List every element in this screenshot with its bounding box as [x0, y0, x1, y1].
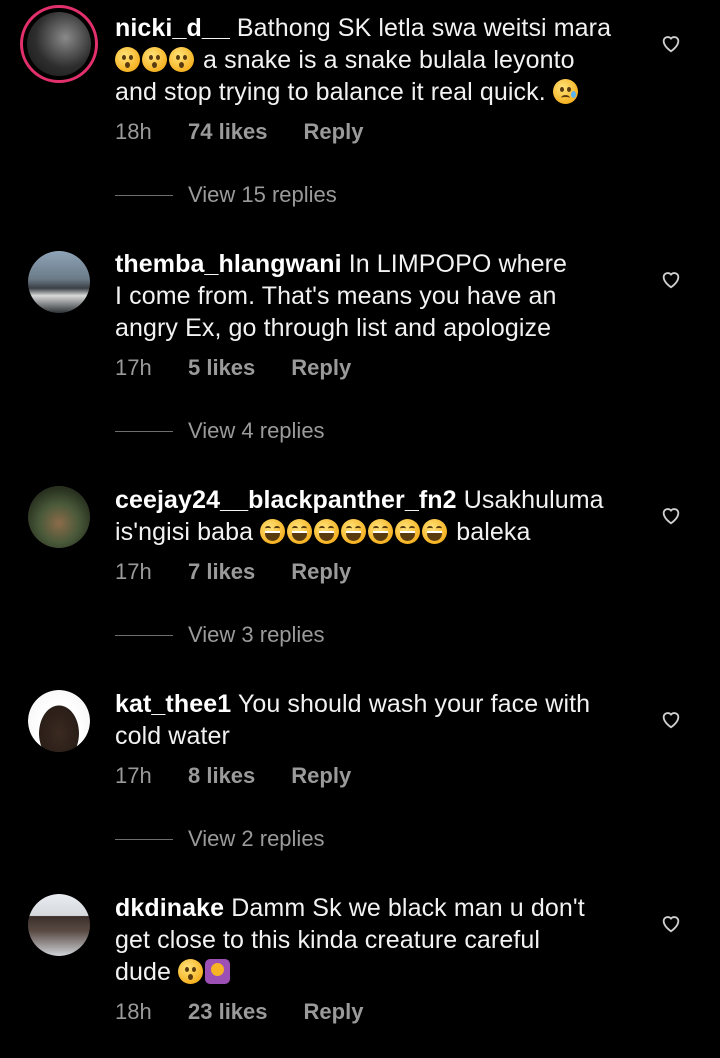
comment-text: themba_hlangwani In LIMPOPO where I come…	[115, 248, 635, 344]
comment-time: 18h	[115, 119, 152, 144]
reply-button[interactable]: Reply	[304, 999, 364, 1025]
avatar-image	[27, 12, 91, 76]
reply-button[interactable]: Reply	[304, 119, 364, 145]
avatar[interactable]	[20, 5, 98, 83]
crying-face-emoji-icon	[552, 79, 578, 104]
comment-likes[interactable]: 8 likes	[188, 763, 255, 789]
avatar[interactable]	[28, 486, 90, 548]
view-replies-button[interactable]: View 4 replies	[115, 418, 325, 444]
hushed-face-emoji-icon	[169, 47, 194, 72]
comment-time: 17h	[115, 559, 152, 584]
hushed-face-emoji-icon	[178, 959, 204, 984]
comment-text: kat_thee1 You should wash your face with…	[115, 688, 635, 752]
comment-likes[interactable]: 23 likes	[188, 999, 268, 1025]
avatar-image	[28, 894, 90, 956]
person-gesturing-no-emoji-icon	[205, 959, 231, 984]
comment-time: 17h	[115, 763, 152, 788]
reply-button[interactable]: Reply	[291, 355, 351, 381]
comment-likes[interactable]: 74 likes	[188, 119, 268, 145]
view-replies-label: View 3 replies	[188, 622, 325, 647]
avatar-image	[28, 486, 90, 548]
comment-username[interactable]: themba_hlangwani	[115, 250, 342, 278]
hushed-face-emoji-icon	[142, 47, 167, 72]
comment-meta: 17h 8 likes Reply	[115, 763, 351, 789]
comment-text-line: angry Ex, go through list and apologize	[115, 314, 552, 342]
hushed-face-emoji-icon	[115, 47, 140, 72]
joy-face-emoji-icon	[395, 519, 421, 544]
comment-username[interactable]: ceejay24__blackpanther_fn2	[115, 486, 457, 514]
like-heart-icon[interactable]	[660, 504, 682, 526]
avatar-image	[28, 251, 90, 313]
joy-face-emoji-icon	[260, 519, 286, 544]
comment-text-line: In LIMPOPO where	[348, 250, 568, 278]
comment-text-line: a snake is a snake bulala leyonto	[203, 46, 575, 74]
divider	[115, 430, 173, 432]
comment-text-line: dude	[115, 958, 172, 986]
view-replies-button[interactable]: View 15 replies	[115, 182, 337, 208]
comment-time: 17h	[115, 355, 152, 380]
comment-text: dkdinake Damm Sk we black man u don't ge…	[115, 892, 635, 988]
avatar-image	[28, 690, 90, 752]
comment-text-line: cold water	[115, 722, 230, 750]
comment-meta: 18h 74 likes Reply	[115, 119, 363, 145]
avatar[interactable]	[28, 690, 90, 752]
divider	[115, 838, 173, 840]
comment-meta: 17h 5 likes Reply	[115, 355, 351, 381]
comment-likes[interactable]: 5 likes	[188, 355, 255, 381]
joy-face-emoji-icon	[368, 519, 394, 544]
comment-text: ceejay24__blackpanther_fn2 Usakhuluma is…	[115, 484, 635, 548]
joy-face-emoji-icon	[314, 519, 340, 544]
comment-text-line: baleka	[456, 518, 531, 546]
divider	[115, 634, 173, 636]
view-replies-button[interactable]: View 2 replies	[115, 826, 325, 852]
joy-face-emoji-icon	[341, 519, 367, 544]
avatar[interactable]	[28, 251, 90, 313]
comment-text: nicki_d__ Bathong SK letla swa weitsi ma…	[115, 12, 635, 108]
view-replies-label: View 15 replies	[188, 182, 337, 207]
comment-meta: 17h 7 likes Reply	[115, 559, 351, 585]
avatar[interactable]	[28, 894, 90, 956]
comment-text-line: You should wash your face with	[237, 690, 591, 718]
comment-likes[interactable]: 7 likes	[188, 559, 255, 585]
comment-text-line: get close to this kinda creature careful	[115, 926, 541, 954]
comment-text-line: Bathong SK letla swa weitsi mara	[236, 14, 612, 42]
comment-time: 18h	[115, 999, 152, 1024]
like-heart-icon[interactable]	[660, 912, 682, 934]
comment-text-line: is'ngisi baba	[115, 518, 254, 546]
reply-button[interactable]: Reply	[291, 559, 351, 585]
joy-face-emoji-icon	[287, 519, 313, 544]
joy-face-emoji-icon	[422, 519, 448, 544]
view-replies-label: View 2 replies	[188, 826, 325, 851]
comment-username[interactable]: kat_thee1	[115, 690, 231, 718]
like-heart-icon[interactable]	[660, 268, 682, 290]
reply-button[interactable]: Reply	[291, 763, 351, 789]
comment-meta: 18h 23 likes Reply	[115, 999, 363, 1025]
comment-text-line: and stop trying to balance it real quick…	[115, 78, 546, 106]
comment-text-line: Usakhuluma	[463, 486, 604, 514]
comment-username[interactable]: dkdinake	[115, 894, 224, 922]
view-replies-button[interactable]: View 3 replies	[115, 622, 325, 648]
comment-text-line: I come from. That's means you have an	[115, 282, 557, 310]
divider	[115, 194, 173, 196]
view-replies-label: View 4 replies	[188, 418, 325, 443]
like-heart-icon[interactable]	[660, 32, 682, 54]
comment-username[interactable]: nicki_d__	[115, 14, 230, 42]
like-heart-icon[interactable]	[660, 708, 682, 730]
comment-text-line: Damm Sk we black man u don't	[231, 894, 585, 922]
